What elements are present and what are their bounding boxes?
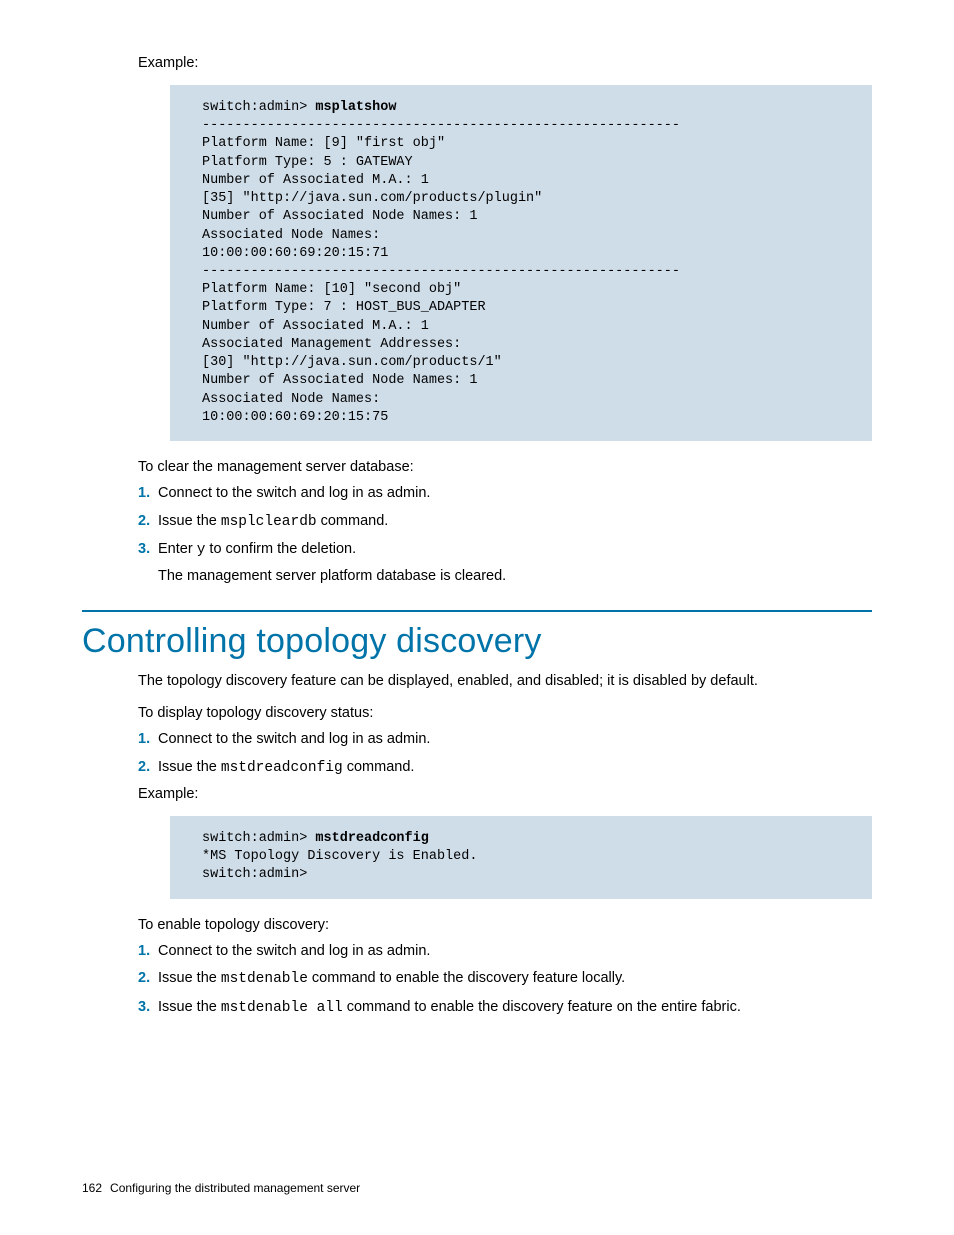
step-text-a: Enter [158, 541, 197, 557]
list-item: Connect to the switch and log in as admi… [138, 729, 872, 751]
display-status-intro: To display topology discovery status: [138, 705, 872, 721]
section-rule [82, 610, 872, 612]
code-block-msplatshow: switch:admin> msplatshow ---------------… [170, 85, 872, 441]
inline-code: mstdreadconfig [221, 760, 343, 776]
page-number: 162 [82, 1181, 102, 1195]
example-label-2: Example: [138, 786, 872, 802]
chapter-title: Configuring the distributed management s… [110, 1181, 360, 1195]
step-text-a: Issue the [158, 759, 221, 775]
step-text-b: command. [317, 513, 389, 529]
clear-db-steps: Connect to the switch and log in as admi… [138, 483, 872, 562]
inline-code: msplcleardb [221, 514, 317, 530]
section-title: Controlling topology discovery [82, 622, 872, 661]
page: Example: switch:admin> msplatshow ------… [0, 0, 954, 1235]
step-text-a: Issue the [158, 999, 221, 1015]
list-item: Issue the mstdreadconfig command. [138, 757, 872, 780]
display-steps: Connect to the switch and log in as admi… [138, 729, 872, 780]
step-text-b: command to enable the discovery feature … [343, 999, 741, 1015]
list-item: Issue the mstdenable command to enable t… [138, 968, 872, 991]
step-text-b: to confirm the deletion. [205, 541, 356, 557]
list-item: Issue the msplcleardb command. [138, 511, 872, 534]
step-text: Connect to the switch and log in as admi… [158, 943, 430, 959]
code-prompt: switch:admin> [202, 100, 315, 115]
enable-steps: Connect to the switch and log in as admi… [138, 941, 872, 1020]
code-body: *MS Topology Discovery is Enabled. switc… [202, 849, 477, 882]
step-text: Connect to the switch and log in as admi… [158, 731, 430, 747]
clear-db-intro: To clear the management server database: [138, 459, 872, 475]
step-result: The management server platform database … [158, 568, 872, 584]
example-label-1: Example: [138, 55, 872, 71]
step-text-b: command to enable the discovery feature … [308, 970, 625, 986]
page-footer: 162 Configuring the distributed managemen… [82, 1181, 360, 1195]
list-item: Connect to the switch and log in as admi… [138, 483, 872, 505]
step-text-a: Issue the [158, 970, 221, 986]
inline-code: mstdenable [221, 971, 308, 987]
list-item: Issue the mstdenable all command to enab… [138, 997, 872, 1020]
step-text: Connect to the switch and log in as admi… [158, 485, 430, 501]
step-text-a: Issue the [158, 513, 221, 529]
list-item: Connect to the switch and log in as admi… [138, 941, 872, 963]
list-item: Enter y to confirm the deletion. [138, 539, 872, 562]
code-command: mstdreadconfig [315, 831, 428, 846]
enable-intro: To enable topology discovery: [138, 917, 872, 933]
code-command: msplatshow [315, 100, 396, 115]
step-text-b: command. [343, 759, 415, 775]
code-block-mstdreadconfig: switch:admin> mstdreadconfig *MS Topolog… [170, 816, 872, 899]
code-prompt: switch:admin> [202, 831, 315, 846]
section-intro: The topology discovery feature can be di… [138, 671, 872, 691]
code-body: ----------------------------------------… [202, 118, 680, 425]
inline-code: mstdenable all [221, 1000, 343, 1016]
